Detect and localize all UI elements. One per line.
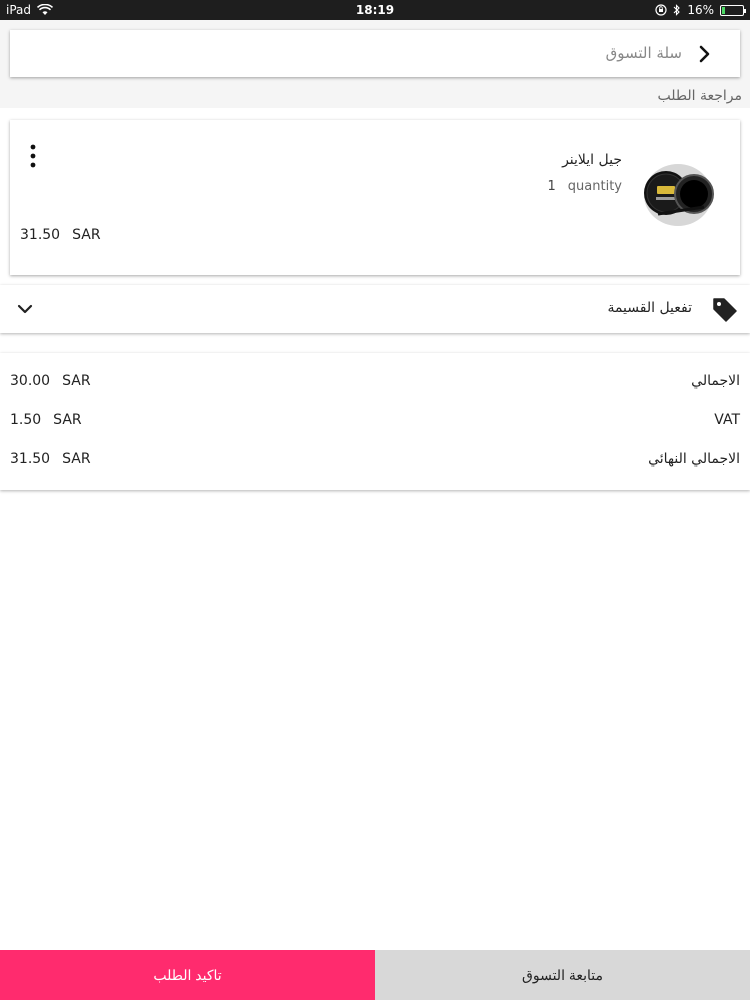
totals-row-vat: 1.50 SAR VAT <box>0 412 750 436</box>
quantity-value: 1 <box>547 179 556 194</box>
more-vertical-icon[interactable] <box>28 144 38 168</box>
order-totals: 30.00 SAR الاجمالي 1.50 SAR VAT 31.50 SA… <box>0 353 750 490</box>
totals-amount: 30.00 SAR <box>10 373 91 389</box>
bluetooth-icon <box>673 4 681 16</box>
product-name: جيل ايلاينر <box>562 152 622 168</box>
quantity-label: quantity <box>567 179 622 194</box>
coupon-label: تفعيل القسيمة <box>607 300 692 316</box>
battery-icon <box>720 4 746 16</box>
rotation-lock-icon <box>655 4 667 16</box>
totals-row-grand-total: 31.50 SAR الاجمالي النهائي <box>0 451 750 475</box>
amount-value: 31.50 <box>10 451 51 467</box>
chevron-down-icon <box>17 304 33 314</box>
price-amount: 31.50 <box>20 227 61 243</box>
product-image <box>644 164 714 226</box>
cart-item-card: جيل ايلاينر 1 quantity 31.50 SAR <box>10 120 740 275</box>
amount-value: 1.50 <box>10 412 42 428</box>
amount-value: 30.00 <box>10 373 51 389</box>
totals-row-subtotal: 30.00 SAR الاجمالي <box>0 373 750 397</box>
totals-label: VAT <box>714 412 740 428</box>
totals-amount: 31.50 SAR <box>10 451 91 467</box>
page-title: سلة التسوق <box>605 44 682 62</box>
battery-level <box>722 6 725 14</box>
totals-label: الاجمالي <box>691 373 740 389</box>
battery-percent: 16% <box>687 3 714 17</box>
status-right: 16% <box>655 3 746 17</box>
price-currency: SAR <box>72 227 101 243</box>
amount-currency: SAR <box>62 451 91 467</box>
confirm-order-button[interactable]: تاكيد الطلب <box>0 950 375 1000</box>
status-bar: iPad 18:19 16% <box>0 0 750 20</box>
section-label-order-review: مراجعة الطلب <box>657 88 743 104</box>
status-time: 18:19 <box>355 3 395 17</box>
product-price: 31.50 SAR <box>20 227 101 243</box>
chevron-right-icon[interactable] <box>696 44 714 64</box>
amount-currency: SAR <box>62 373 91 389</box>
totals-amount: 1.50 SAR <box>10 412 82 428</box>
coupon-toggle[interactable]: تفعيل القسيمة <box>0 285 750 333</box>
product-quantity: 1 quantity <box>548 179 622 194</box>
header-bar: سلة التسوق <box>10 30 740 77</box>
amount-currency: SAR <box>53 412 82 428</box>
tag-icon <box>713 298 737 322</box>
continue-shopping-button[interactable]: متابعة التسوق <box>375 950 750 1000</box>
totals-label: الاجمالي النهائي <box>648 451 740 467</box>
